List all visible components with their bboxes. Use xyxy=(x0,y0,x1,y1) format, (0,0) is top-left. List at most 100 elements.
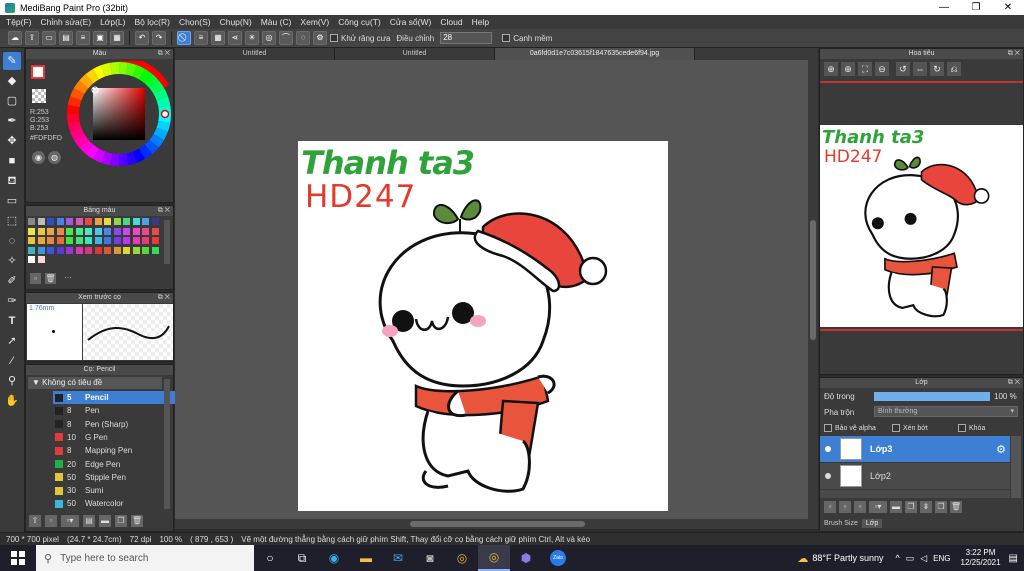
palette-swatch[interactable] xyxy=(28,256,35,263)
palette-swatch[interactable] xyxy=(28,218,35,225)
horizontal-scroll-thumb[interactable] xyxy=(410,521,585,527)
palette-swatch[interactable] xyxy=(37,256,45,263)
layer-scrollbar[interactable] xyxy=(1011,436,1021,498)
brush-add-dropdown-icon[interactable]: ▫▾ xyxy=(61,515,79,527)
snap-settings-icon[interactable]: ⚙ xyxy=(313,31,327,45)
canvas-artboard[interactable]: Thanh ta3 HD247 xyxy=(298,141,668,511)
snap-off-icon[interactable]: ⃠ xyxy=(177,31,191,45)
snap-perspective-icon[interactable]: ⋖ xyxy=(228,31,242,45)
palette-swatch[interactable] xyxy=(28,227,35,235)
palette-swatch[interactable] xyxy=(37,227,45,235)
palette-swatch[interactable] xyxy=(66,237,73,244)
rotate-right-icon[interactable]: ↻ xyxy=(930,62,944,76)
palette-swatch[interactable] xyxy=(66,227,73,235)
mail-icon[interactable]: ✉ xyxy=(382,545,414,571)
palette-swatch[interactable] xyxy=(47,227,54,235)
layer-row[interactable]: Lớp2 xyxy=(820,463,1010,489)
copy-layer-icon[interactable]: ❐ xyxy=(935,501,947,513)
palette-swatch[interactable] xyxy=(28,237,35,244)
palette-swatch[interactable] xyxy=(113,237,121,244)
palette-swatch[interactable] xyxy=(123,237,130,244)
tab-untitled-2[interactable]: Untitled xyxy=(335,48,495,60)
snap-parallel-icon[interactable]: ≡ xyxy=(194,31,208,45)
brush-copy-icon[interactable]: ❐ xyxy=(115,515,127,527)
palette-swatch[interactable] xyxy=(75,227,83,235)
palette-swatch[interactable] xyxy=(104,218,111,225)
delete-layer-icon[interactable]: 🗑 xyxy=(950,501,962,513)
export-icon[interactable]: ▣ xyxy=(93,31,107,45)
palette-swatch[interactable] xyxy=(47,237,54,244)
zalo-icon[interactable]: Zalo xyxy=(542,545,574,571)
upload-icon[interactable]: ⇪ xyxy=(25,31,39,45)
tab-untitled-1[interactable]: Untitled xyxy=(175,48,335,60)
select-pen-tool-icon[interactable]: ✐ xyxy=(3,272,21,290)
palette-swatch[interactable] xyxy=(47,246,54,254)
palette-swatch[interactable] xyxy=(47,218,54,225)
move-tool-icon[interactable]: ✥ xyxy=(3,132,21,150)
magic-wand-tool-icon[interactable]: ✧ xyxy=(3,252,21,270)
palette-swatch[interactable] xyxy=(75,237,83,244)
menu-file[interactable]: Tệp(F) xyxy=(6,17,32,27)
minimize-button[interactable]: — xyxy=(928,2,960,13)
tab-image[interactable]: 0a6fd0d1e7c03615f1847635cede6f94.jpg xyxy=(495,48,695,60)
palette-swatch[interactable] xyxy=(37,218,45,225)
palette-swatches[interactable] xyxy=(28,218,162,266)
eraser-tool-icon[interactable]: ◆ xyxy=(3,72,21,90)
system-clock[interactable]: 3:22 PM 12/25/2021 xyxy=(961,548,1001,568)
snap-circle-icon[interactable]: ◎ xyxy=(262,31,276,45)
bucket-tool-icon[interactable]: ⛾ xyxy=(3,172,21,190)
palette-swatch[interactable] xyxy=(94,227,102,235)
cloud-icon[interactable]: ☁ xyxy=(8,31,22,45)
palette-swatch[interactable] xyxy=(132,227,140,235)
new-layer-icon[interactable]: ▫ xyxy=(824,501,836,513)
palette-swatch[interactable] xyxy=(75,246,83,254)
menu-view[interactable]: Xem(V) xyxy=(300,17,329,27)
palette-swatch[interactable] xyxy=(56,227,64,235)
network-icon[interactable]: ▭ xyxy=(906,553,915,564)
palette-swatch[interactable] xyxy=(132,246,140,254)
palette-swatch[interactable] xyxy=(75,218,83,225)
menu-window[interactable]: Cửa sổ(W) xyxy=(390,17,432,27)
menu-help[interactable]: Help xyxy=(472,17,489,27)
panel-controls[interactable]: ⧉ ✕ xyxy=(1008,378,1020,388)
maximize-button[interactable]: ❐ xyxy=(960,2,992,13)
start-button[interactable] xyxy=(0,545,36,571)
divide-tool-icon[interactable]: ⁄ xyxy=(3,352,21,370)
adjust-input[interactable]: 28 xyxy=(440,32,493,44)
palette-swatch[interactable] xyxy=(113,218,121,225)
task-view-icon[interactable]: ⧉ xyxy=(286,545,318,571)
select-eraser-tool-icon[interactable]: ✑ xyxy=(3,292,21,310)
snap-grid-icon[interactable]: ▦ xyxy=(211,31,225,45)
volume-icon[interactable]: ◁ xyxy=(920,553,927,564)
tab-layer[interactable]: Lớp xyxy=(861,519,883,528)
dot-tool-icon[interactable]: ▢ xyxy=(3,92,21,110)
brush-tool-icon[interactable]: ✎ xyxy=(3,52,21,70)
camera-icon[interactable]: ◙ xyxy=(414,545,446,571)
palette-swatch[interactable] xyxy=(142,246,149,254)
brush-scrollbar[interactable] xyxy=(164,379,170,509)
notification-icon[interactable]: ▤ xyxy=(1009,553,1018,564)
menu-color[interactable]: Màu (C) xyxy=(261,17,292,27)
duplicate-layer-icon[interactable]: ❐ xyxy=(905,501,917,513)
save-icon[interactable]: ▭ xyxy=(42,31,56,45)
edge-browser-icon[interactable]: ◉ xyxy=(318,545,350,571)
antialias-toggle[interactable]: Khử răng cưa xyxy=(330,34,390,43)
palette-swatch[interactable] xyxy=(94,237,102,244)
text-tool-icon[interactable]: T xyxy=(3,312,21,330)
palette-swatch[interactable] xyxy=(66,246,73,254)
taskbar-search-box[interactable]: ⚲ Type here to search xyxy=(36,545,254,571)
palette-swatch[interactable] xyxy=(151,218,159,225)
clipping-toggle[interactable]: Xén bớt xyxy=(892,424,928,432)
palette-swatch[interactable] xyxy=(28,246,35,254)
menu-snap[interactable]: Chụp(N) xyxy=(220,17,252,27)
palette-swatch[interactable] xyxy=(66,218,73,225)
cortana-icon[interactable]: ○ xyxy=(254,545,286,571)
soft-edge-checkbox[interactable] xyxy=(502,34,511,42)
clipping-checkbox[interactable] xyxy=(892,424,900,432)
zoom-out-icon[interactable]: ⊖ xyxy=(875,62,889,76)
layer-visibility-icon[interactable] xyxy=(825,473,831,479)
layer-row-active[interactable]: Lớp3 ⚙ xyxy=(820,436,1010,462)
palette-swatch[interactable] xyxy=(151,227,159,235)
palette-swatch[interactable] xyxy=(142,237,149,244)
panel-controls[interactable]: ⧉ ✕ xyxy=(158,49,170,59)
